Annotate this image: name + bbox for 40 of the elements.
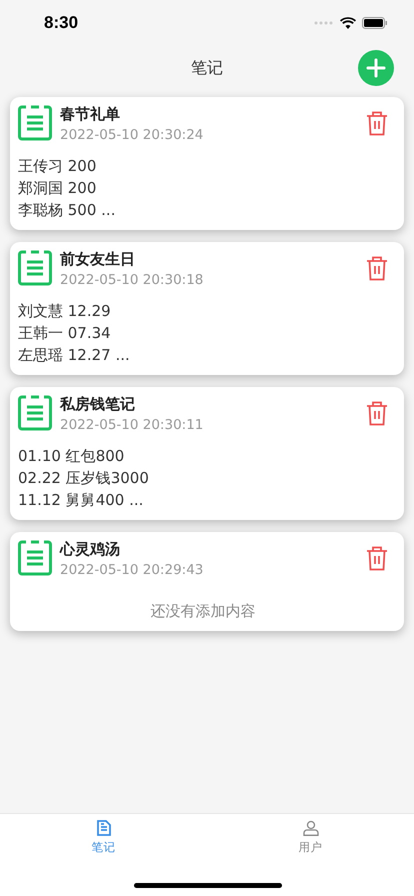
note-line: 02.22 压岁钱3000 <box>18 469 150 488</box>
note-line: 11.12 舅舅400 ... <box>18 491 144 510</box>
add-button[interactable] <box>358 50 394 86</box>
note-timestamp: 2022-05-10 20:30:18 <box>60 272 204 288</box>
note-line: 王传习 200 <box>18 157 98 176</box>
note-title: 春节礼单 <box>60 105 121 124</box>
note-line: 郑洞国 200 <box>18 179 98 198</box>
trash-icon[interactable] <box>366 111 388 136</box>
note-line: 王韩一 07.34 <box>18 324 112 343</box>
note-timestamp: 2022-05-10 20:29:43 <box>60 562 204 578</box>
note-icon <box>18 395 52 431</box>
wifi-icon <box>340 17 356 29</box>
tab[interactable]: 用户 <box>207 814 414 855</box>
note-line: 刘文慧 12.29 <box>18 302 112 321</box>
note-line: 左思瑶 12.27 ... <box>18 346 131 365</box>
document-icon <box>96 820 110 836</box>
note-line: 01.10 红包800 <box>18 447 126 466</box>
page-title: 笔记 <box>191 58 223 78</box>
note-timestamp: 2022-05-10 20:30:24 <box>60 127 204 143</box>
signal-icon <box>314 21 334 25</box>
note-card[interactable]: 春节礼单 2022-05-10 20:30:24 王传习 200 郑洞国 200 李聪杨 500 ... <box>10 97 404 230</box>
trash-icon[interactable] <box>366 401 388 426</box>
note-card[interactable]: 心灵鸡汤 2022-05-10 20:29:43 还没有添加内容 <box>10 532 404 631</box>
note-title: 前女友生日 <box>60 250 136 269</box>
trash-icon[interactable] <box>366 546 388 571</box>
battery-icon <box>362 17 388 29</box>
plus-icon <box>366 58 386 78</box>
empty-message: 还没有添加内容 <box>150 602 256 621</box>
note-timestamp: 2022-05-10 20:30:11 <box>60 417 204 433</box>
trash-icon[interactable] <box>366 256 388 281</box>
note-title: 私房钱笔记 <box>60 395 136 414</box>
note-icon <box>18 105 52 141</box>
note-icon <box>18 250 52 286</box>
note-icon <box>18 540 52 576</box>
note-line: 李聪杨 500 ... <box>18 201 116 220</box>
note-card[interactable]: 私房钱笔记 2022-05-10 20:30:11 01.10 红包800 02.22 压岁钱3000 11.12 舅舅400 ... <box>10 387 404 520</box>
note-card[interactable]: 前女友生日 2022-05-10 20:30:18 刘文慧 12.29 王韩一 07.34 左思瑶 12.27 ... <box>10 242 404 375</box>
note-title: 心灵鸡汤 <box>60 540 121 559</box>
user-icon <box>302 820 318 836</box>
status-time: 8:30 <box>44 13 78 33</box>
